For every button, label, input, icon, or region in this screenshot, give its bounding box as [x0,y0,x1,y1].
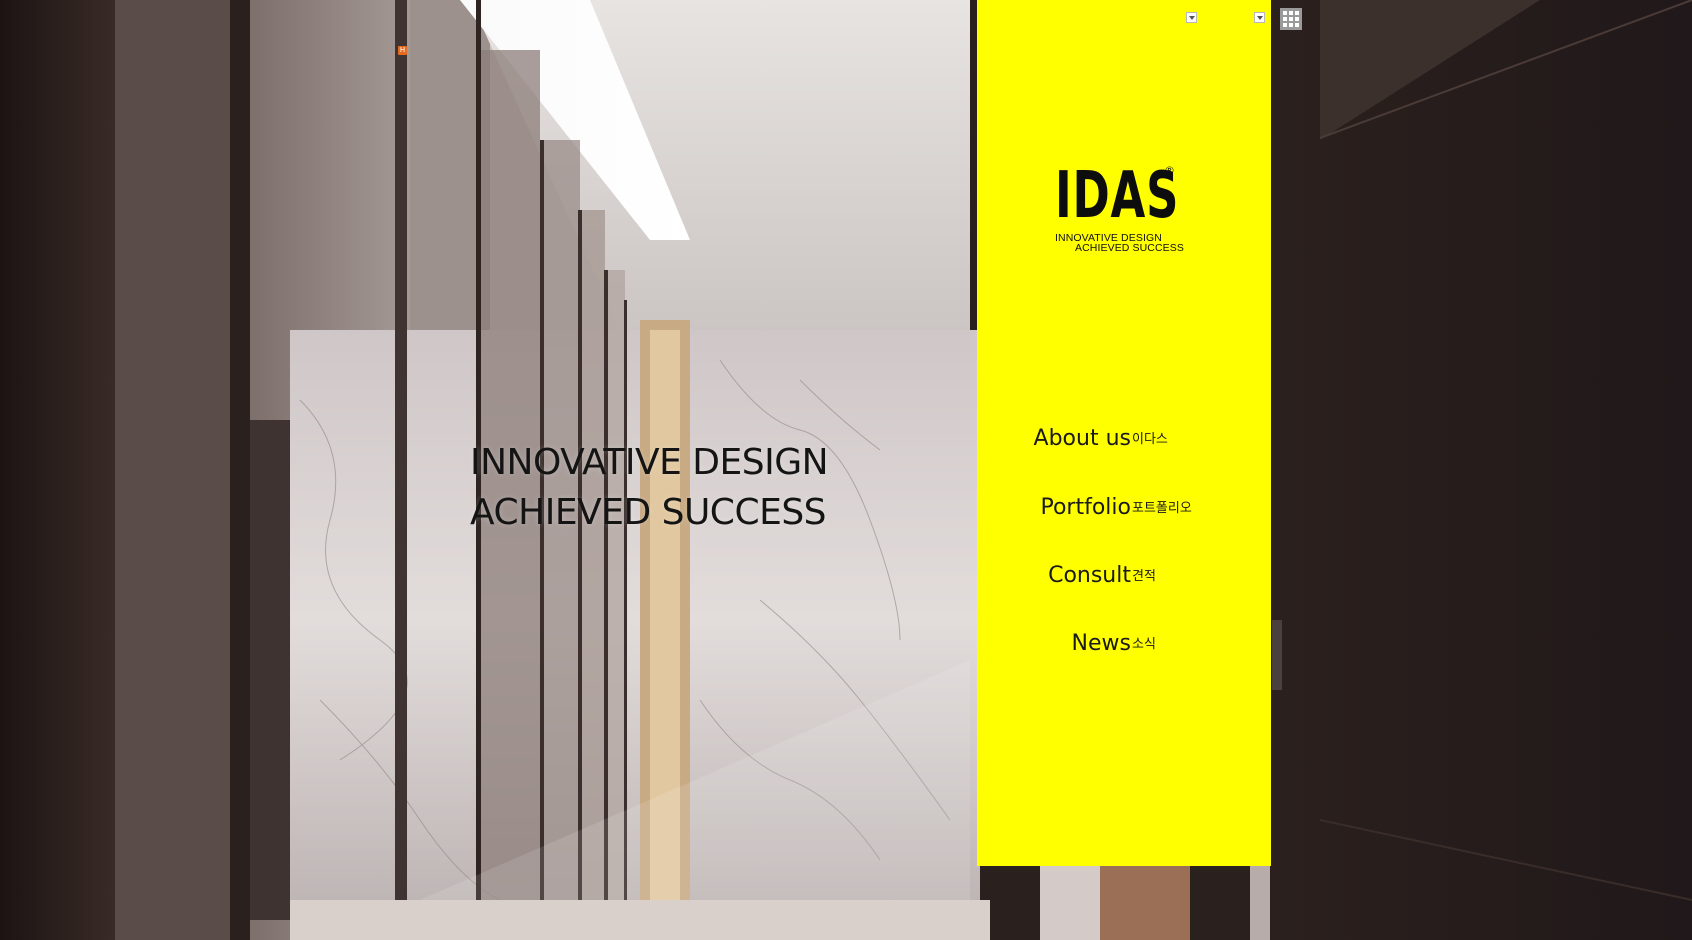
nav-label-ko: 소식 [1132,637,1156,652]
registered-mark: ® [1164,164,1175,177]
nav-label-en: About us [1033,426,1131,451]
chevron-down-icon[interactable] [1254,12,1265,23]
nav-label-ko: 이다스 [1132,432,1168,447]
notification-badge: H [398,46,407,55]
grid-menu-icon[interactable] [1280,8,1302,30]
nav-item-news[interactable]: News 소식 [977,624,1271,664]
hero-headline-line1: INNOVATIVE DESIGN [470,442,829,483]
brand-logo[interactable]: IDAS ® INNOVATIVE DESIGN ACHIEVED SUCCES… [1055,164,1205,264]
logo-tagline-line2: ACHIEVED SUCCESS [1075,242,1184,254]
nav-item-consult[interactable]: Consult 견적 [977,556,1271,596]
side-menu-panel: IDAS ® INNOVATIVE DESIGN ACHIEVED SUCCES… [977,0,1271,866]
hero-background: H INNOVATIVE DESIGN ACHIEVED SUCCESS [0,0,1692,940]
nav-label-en: Consult [1048,563,1131,588]
hero-photo [0,0,1692,940]
nav-item-about-us[interactable]: About us 이다스 [977,419,1271,459]
hero-headline-line2: ACHIEVED SUCCESS [470,492,827,533]
nav-label-en: Portfolio [1040,495,1131,520]
chevron-down-icon[interactable] [1186,12,1197,23]
nav-label-en: News [1071,631,1131,656]
logo-wordmark: IDAS [1055,159,1180,233]
nav-item-portfolio[interactable]: Portfolio 포트폴리오 [977,488,1271,528]
nav-label-ko: 견적 [1132,569,1156,584]
nav-label-ko: 포트폴리오 [1132,501,1192,516]
hero-headline: INNOVATIVE DESIGN ACHIEVED SUCCESS [470,438,829,538]
